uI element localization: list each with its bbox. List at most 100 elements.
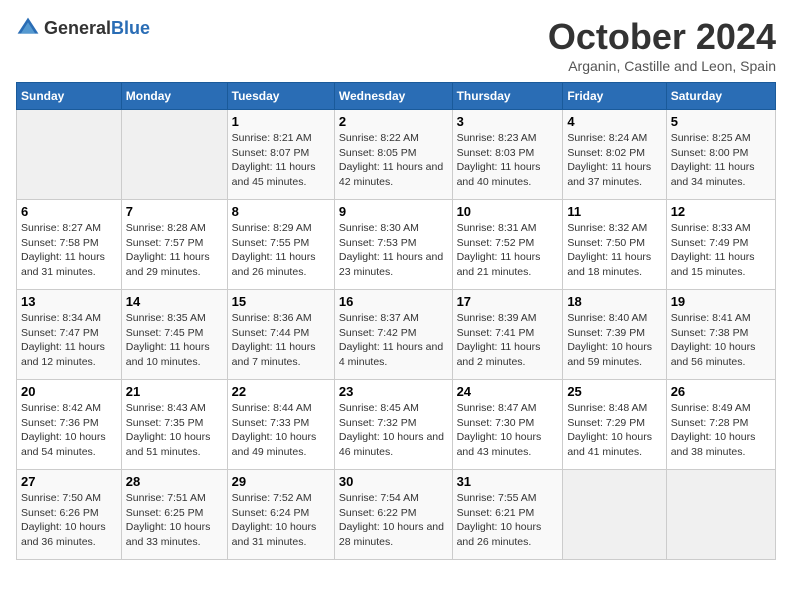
calendar-cell: 4 Sunrise: 8:24 AMSunset: 8:02 PMDaylight… — [563, 110, 666, 200]
day-number: 9 — [339, 204, 448, 219]
day-info: Sunrise: 8:47 AMSunset: 7:30 PMDaylight:… — [457, 401, 559, 460]
day-number: 1 — [232, 114, 330, 129]
day-number: 24 — [457, 384, 559, 399]
calendar-cell: 9 Sunrise: 8:30 AMSunset: 7:53 PMDaylight… — [334, 200, 452, 290]
day-number: 6 — [21, 204, 117, 219]
day-info: Sunrise: 8:25 AMSunset: 8:00 PMDaylight:… — [671, 131, 771, 190]
calendar-cell: 8Sunrise: 8:29 AMSunset: 7:55 PMDaylight… — [227, 200, 334, 290]
calendar-week-3: 13 Sunrise: 8:34 AMSunset: 7:47 PMDayligh… — [17, 290, 776, 380]
day-number: 10 — [457, 204, 559, 219]
day-number: 18 — [567, 294, 661, 309]
calendar-cell: 19Sunrise: 8:41 AMSunset: 7:38 PMDayligh… — [666, 290, 775, 380]
day-number: 25 — [567, 384, 661, 399]
day-number: 22 — [232, 384, 330, 399]
day-number: 19 — [671, 294, 771, 309]
day-info: Sunrise: 8:24 AMSunset: 8:02 PMDaylight:… — [567, 131, 661, 190]
day-number: 7 — [126, 204, 223, 219]
calendar-cell: 26 Sunrise: 8:49 AMSunset: 7:28 PMDayligh… — [666, 380, 775, 470]
day-number: 3 — [457, 114, 559, 129]
day-number: 13 — [21, 294, 117, 309]
day-number: 26 — [671, 384, 771, 399]
calendar-week-5: 27Sunrise: 7:50 AMSunset: 6:26 PMDayligh… — [17, 470, 776, 560]
calendar-header: SundayMondayTuesdayWednesdayThursdayFrid… — [17, 83, 776, 110]
calendar-cell: 16 Sunrise: 8:37 AMSunset: 7:42 PMDayligh… — [334, 290, 452, 380]
day-info: Sunrise: 7:54 AMSunset: 6:22 PMDaylight:… — [339, 491, 448, 550]
day-info: Sunrise: 8:37 AMSunset: 7:42 PMDaylight:… — [339, 311, 448, 370]
page-header: GeneralBlue October 2024 Arganin, Castil… — [16, 16, 776, 74]
calendar-cell: 31 Sunrise: 7:55 AMSunset: 6:21 PMDayligh… — [452, 470, 563, 560]
day-info: Sunrise: 8:31 AMSunset: 7:52 PMDaylight:… — [457, 221, 559, 280]
day-info: Sunrise: 8:30 AMSunset: 7:53 PMDaylight:… — [339, 221, 448, 280]
day-info: Sunrise: 8:32 AMSunset: 7:50 PMDaylight:… — [567, 221, 661, 280]
weekday-header-wednesday: Wednesday — [334, 83, 452, 110]
calendar-cell: 28 Sunrise: 7:51 AMSunset: 6:25 PMDayligh… — [121, 470, 227, 560]
calendar-cell — [121, 110, 227, 200]
day-info: Sunrise: 8:27 AMSunset: 7:58 PMDaylight:… — [21, 221, 117, 280]
calendar-cell: 11 Sunrise: 8:32 AMSunset: 7:50 PMDayligh… — [563, 200, 666, 290]
day-info: Sunrise: 8:36 AMSunset: 7:44 PMDaylight:… — [232, 311, 330, 370]
calendar-cell: 20Sunrise: 8:42 AMSunset: 7:36 PMDayligh… — [17, 380, 122, 470]
day-number: 23 — [339, 384, 448, 399]
weekday-header-monday: Monday — [121, 83, 227, 110]
calendar-cell: 17Sunrise: 8:39 AMSunset: 7:41 PMDayligh… — [452, 290, 563, 380]
day-info: Sunrise: 8:29 AMSunset: 7:55 PMDaylight:… — [232, 221, 330, 280]
location-title: Arganin, Castille and Leon, Spain — [548, 58, 776, 74]
calendar-week-1: 1 Sunrise: 8:21 AMSunset: 8:07 PMDaylight… — [17, 110, 776, 200]
calendar-cell: 22 Sunrise: 8:44 AMSunset: 7:33 PMDayligh… — [227, 380, 334, 470]
day-number: 28 — [126, 474, 223, 489]
logo-icon — [16, 16, 40, 40]
day-number: 5 — [671, 114, 771, 129]
day-number: 2 — [339, 114, 448, 129]
calendar-cell: 29 Sunrise: 7:52 AMSunset: 6:24 PMDayligh… — [227, 470, 334, 560]
calendar-cell: 13 Sunrise: 8:34 AMSunset: 7:47 PMDayligh… — [17, 290, 122, 380]
day-info: Sunrise: 8:48 AMSunset: 7:29 PMDaylight:… — [567, 401, 661, 460]
calendar-cell: 3 Sunrise: 8:23 AMSunset: 8:03 PMDaylight… — [452, 110, 563, 200]
day-number: 29 — [232, 474, 330, 489]
day-number: 14 — [126, 294, 223, 309]
calendar-week-4: 20Sunrise: 8:42 AMSunset: 7:36 PMDayligh… — [17, 380, 776, 470]
calendar-cell: 27Sunrise: 7:50 AMSunset: 6:26 PMDayligh… — [17, 470, 122, 560]
day-number: 27 — [21, 474, 117, 489]
day-number: 21 — [126, 384, 223, 399]
day-number: 11 — [567, 204, 661, 219]
calendar-cell: 21Sunrise: 8:43 AMSunset: 7:35 PMDayligh… — [121, 380, 227, 470]
calendar-cell: 14 Sunrise: 8:35 AMSunset: 7:45 PMDayligh… — [121, 290, 227, 380]
calendar-cell: 6 Sunrise: 8:27 AMSunset: 7:58 PMDaylight… — [17, 200, 122, 290]
day-info: Sunrise: 8:42 AMSunset: 7:36 PMDaylight:… — [21, 401, 117, 460]
day-info: Sunrise: 7:52 AMSunset: 6:24 PMDaylight:… — [232, 491, 330, 550]
day-info: Sunrise: 8:44 AMSunset: 7:33 PMDaylight:… — [232, 401, 330, 460]
calendar-cell: 10 Sunrise: 8:31 AMSunset: 7:52 PMDayligh… — [452, 200, 563, 290]
day-info: Sunrise: 8:23 AMSunset: 8:03 PMDaylight:… — [457, 131, 559, 190]
day-info: Sunrise: 8:45 AMSunset: 7:32 PMDaylight:… — [339, 401, 448, 460]
logo-text-blue: Blue — [111, 18, 150, 38]
weekday-header-row: SundayMondayTuesdayWednesdayThursdayFrid… — [17, 83, 776, 110]
day-info: Sunrise: 8:49 AMSunset: 7:28 PMDaylight:… — [671, 401, 771, 460]
day-info: Sunrise: 8:35 AMSunset: 7:45 PMDaylight:… — [126, 311, 223, 370]
day-number: 4 — [567, 114, 661, 129]
day-info: Sunrise: 7:55 AMSunset: 6:21 PMDaylight:… — [457, 491, 559, 550]
weekday-header-sunday: Sunday — [17, 83, 122, 110]
calendar-cell — [563, 470, 666, 560]
calendar-cell: 24 Sunrise: 8:47 AMSunset: 7:30 PMDayligh… — [452, 380, 563, 470]
weekday-header-saturday: Saturday — [666, 83, 775, 110]
title-section: October 2024 Arganin, Castille and Leon,… — [548, 16, 776, 74]
calendar-cell: 12Sunrise: 8:33 AMSunset: 7:49 PMDayligh… — [666, 200, 775, 290]
weekday-header-tuesday: Tuesday — [227, 83, 334, 110]
day-info: Sunrise: 7:51 AMSunset: 6:25 PMDaylight:… — [126, 491, 223, 550]
calendar-cell: 7 Sunrise: 8:28 AMSunset: 7:57 PMDaylight… — [121, 200, 227, 290]
calendar-cell: 30 Sunrise: 7:54 AMSunset: 6:22 PMDayligh… — [334, 470, 452, 560]
calendar-cell: 2 Sunrise: 8:22 AMSunset: 8:05 PMDaylight… — [334, 110, 452, 200]
calendar-cell: 23 Sunrise: 8:45 AMSunset: 7:32 PMDayligh… — [334, 380, 452, 470]
day-number: 31 — [457, 474, 559, 489]
logo-text-general: General — [44, 18, 111, 38]
day-number: 16 — [339, 294, 448, 309]
day-number: 17 — [457, 294, 559, 309]
day-info: Sunrise: 8:22 AMSunset: 8:05 PMDaylight:… — [339, 131, 448, 190]
weekday-header-thursday: Thursday — [452, 83, 563, 110]
day-info: Sunrise: 8:21 AMSunset: 8:07 PMDaylight:… — [232, 131, 330, 190]
calendar-cell — [666, 470, 775, 560]
day-number: 30 — [339, 474, 448, 489]
logo: GeneralBlue — [16, 16, 150, 40]
day-info: Sunrise: 8:34 AMSunset: 7:47 PMDaylight:… — [21, 311, 117, 370]
day-info: Sunrise: 8:28 AMSunset: 7:57 PMDaylight:… — [126, 221, 223, 280]
